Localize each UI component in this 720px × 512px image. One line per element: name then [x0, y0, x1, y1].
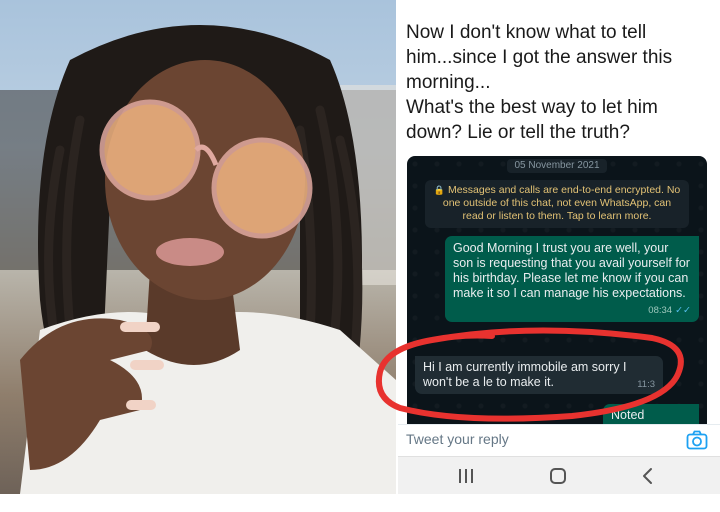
- tweet-line: morning...: [406, 72, 491, 93]
- cropped-bottom-strip: [0, 494, 720, 512]
- tweet-line: Now I don't know what to tell: [406, 22, 647, 43]
- date-chip: 05 November 2021: [507, 159, 607, 173]
- highlight-circle: [376, 327, 684, 422]
- message-time: 08:34 ✓✓: [648, 303, 691, 318]
- android-nav-bar: [398, 456, 720, 494]
- tweet-line: What's the best way to let him: [406, 97, 658, 118]
- encryption-notice-text: Messages and calls are end-to-end encryp…: [442, 184, 681, 222]
- selfie-illustration: [0, 25, 396, 494]
- camera-icon[interactable]: [686, 430, 708, 450]
- tweet-line: down? Lie or tell the truth?: [406, 122, 630, 143]
- outgoing-time: 08:34: [648, 305, 673, 316]
- tweet-text: Now I don't know what to tell him...sinc…: [406, 20, 714, 145]
- lock-icon: 🔒: [433, 185, 445, 195]
- back-icon[interactable]: [636, 466, 660, 486]
- recents-icon[interactable]: [454, 466, 478, 486]
- tweet-line: him...since I got the answer this: [406, 47, 673, 68]
- outgoing-message[interactable]: Good Morning I trust you are well, your …: [445, 236, 699, 322]
- encryption-notice[interactable]: 🔒 Messages and calls are end-to-end encry…: [425, 180, 689, 228]
- outgoing-message-text: Good Morning I trust you are well, your …: [453, 241, 690, 300]
- read-ticks-icon: ✓✓: [675, 305, 691, 316]
- tweet-reply-input[interactable]: Tweet your reply: [406, 431, 666, 449]
- tweet-reply-bar: Tweet your reply: [398, 424, 720, 454]
- selfie-photo: [0, 0, 396, 494]
- home-icon[interactable]: [546, 466, 570, 486]
